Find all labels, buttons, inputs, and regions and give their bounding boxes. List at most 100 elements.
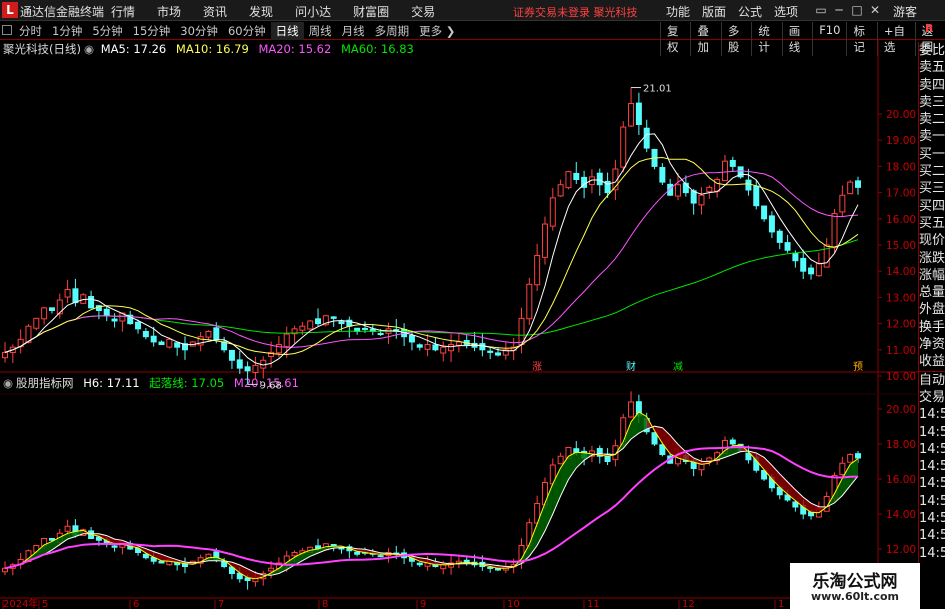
- main-candle[interactable]: [839, 194, 846, 213]
- main-candle[interactable]: [541, 223, 548, 258]
- main-candle[interactable]: [659, 167, 666, 183]
- auto-trade-tab[interactable]: 自动: [919, 370, 945, 389]
- sub-candle[interactable]: [792, 501, 799, 508]
- main-candle[interactable]: [628, 103, 635, 127]
- main-candle[interactable]: [815, 262, 822, 277]
- sub-candle[interactable]: [354, 551, 361, 555]
- main-candle[interactable]: [142, 331, 149, 338]
- main-candle[interactable]: [213, 327, 220, 340]
- main-candle[interactable]: [244, 366, 251, 372]
- main-candle[interactable]: [792, 252, 799, 262]
- main-candle[interactable]: [643, 127, 650, 149]
- main-candle[interactable]: [495, 352, 502, 356]
- main-candle[interactable]: [111, 318, 118, 322]
- main-candle[interactable]: [307, 320, 314, 330]
- main-candle[interactable]: [698, 194, 705, 206]
- main-candle[interactable]: [784, 242, 791, 251]
- sub-candle[interactable]: [487, 566, 494, 569]
- main-candle[interactable]: [338, 321, 345, 325]
- main-candle[interactable]: [315, 318, 322, 325]
- main-candle[interactable]: [745, 179, 752, 191]
- main-candle[interactable]: [729, 159, 736, 167]
- kline-chart-area[interactable]: 21.01 9.68 涨 财 减 预 20.00 19.00 18.00 17.00 16.00 1…: [0, 0, 918, 609]
- main-candle[interactable]: [706, 186, 713, 193]
- main-candle[interactable]: [158, 341, 165, 346]
- main-candle[interactable]: [721, 160, 728, 182]
- main-candle[interactable]: [534, 254, 541, 286]
- sub-candle[interactable]: [440, 564, 447, 570]
- main-candle[interactable]: [573, 172, 580, 180]
- sub-candle[interactable]: [847, 454, 854, 463]
- sub-candle[interactable]: [111, 545, 118, 548]
- sub-candle[interactable]: [839, 462, 846, 475]
- main-candle[interactable]: [408, 334, 415, 343]
- main-candle[interactable]: [2, 351, 8, 359]
- main-candle[interactable]: [150, 335, 157, 343]
- main-candle[interactable]: [596, 172, 603, 186]
- main-candle[interactable]: [330, 316, 337, 319]
- main-candle[interactable]: [88, 295, 95, 309]
- event-marker[interactable]: 减: [673, 361, 683, 373]
- main-candle[interactable]: [620, 126, 627, 168]
- main-candle[interactable]: [448, 344, 455, 352]
- sub-candle[interactable]: [628, 401, 635, 418]
- main-candle[interactable]: [455, 341, 462, 346]
- main-candle[interactable]: [166, 338, 173, 348]
- main-candle[interactable]: [487, 350, 494, 353]
- sub-candle[interactable]: [706, 457, 713, 462]
- main-candle[interactable]: [103, 308, 110, 317]
- main-candle[interactable]: [776, 230, 783, 243]
- main-candle[interactable]: [41, 307, 48, 320]
- main-candle[interactable]: [299, 325, 306, 331]
- main-candle[interactable]: [275, 344, 282, 354]
- main-candle[interactable]: [768, 215, 775, 233]
- main-candle[interactable]: [424, 344, 431, 350]
- main-candle[interactable]: [557, 184, 564, 197]
- main-candle[interactable]: [800, 257, 807, 272]
- main-candle[interactable]: [377, 333, 384, 336]
- sub-candle[interactable]: [158, 560, 165, 564]
- main-candle[interactable]: [283, 333, 290, 348]
- main-candle[interactable]: [753, 185, 760, 207]
- sub-candle[interactable]: [142, 553, 149, 559]
- main-candle[interactable]: [48, 307, 55, 312]
- main-candle[interactable]: [432, 344, 439, 351]
- sub-candle[interactable]: [855, 453, 861, 459]
- main-candle[interactable]: [205, 330, 212, 338]
- main-candle[interactable]: [228, 349, 235, 361]
- main-candle[interactable]: [565, 171, 572, 189]
- main-candle[interactable]: [855, 180, 861, 188]
- event-marker[interactable]: 财: [626, 360, 636, 373]
- main-candle[interactable]: [64, 289, 71, 298]
- event-marker[interactable]: 涨: [532, 361, 542, 373]
- main-candle[interactable]: [135, 321, 142, 330]
- main-candle[interactable]: [174, 342, 181, 348]
- main-candle[interactable]: [549, 197, 556, 227]
- main-candle[interactable]: [526, 283, 533, 320]
- main-candle[interactable]: [56, 299, 63, 315]
- main-candle[interactable]: [236, 359, 243, 369]
- sub-candle[interactable]: [416, 562, 423, 566]
- main-candle[interactable]: [635, 102, 642, 125]
- event-marker[interactable]: 预: [853, 361, 863, 373]
- main-candle[interactable]: [479, 343, 486, 351]
- sub-candle[interactable]: [64, 525, 71, 532]
- sub-candle[interactable]: [268, 567, 275, 572]
- main-candle[interactable]: [361, 327, 368, 330]
- sub-candle[interactable]: [557, 455, 564, 465]
- sub-candle[interactable]: [377, 555, 384, 558]
- main-candle[interactable]: [416, 344, 423, 348]
- main-candle[interactable]: [252, 365, 259, 373]
- main-candle[interactable]: [831, 213, 838, 249]
- main-candle[interactable]: [808, 267, 815, 275]
- main-candle[interactable]: [847, 181, 854, 195]
- main-candle[interactable]: [675, 184, 682, 197]
- main-candle[interactable]: [761, 205, 768, 220]
- sub-candle[interactable]: [729, 439, 736, 445]
- main-candle[interactable]: [72, 288, 79, 304]
- sub-candle[interactable]: [330, 544, 337, 547]
- main-candle[interactable]: [440, 346, 447, 354]
- main-candle[interactable]: [714, 179, 721, 192]
- sub-candle[interactable]: [291, 552, 298, 557]
- main-candle[interactable]: [33, 317, 40, 329]
